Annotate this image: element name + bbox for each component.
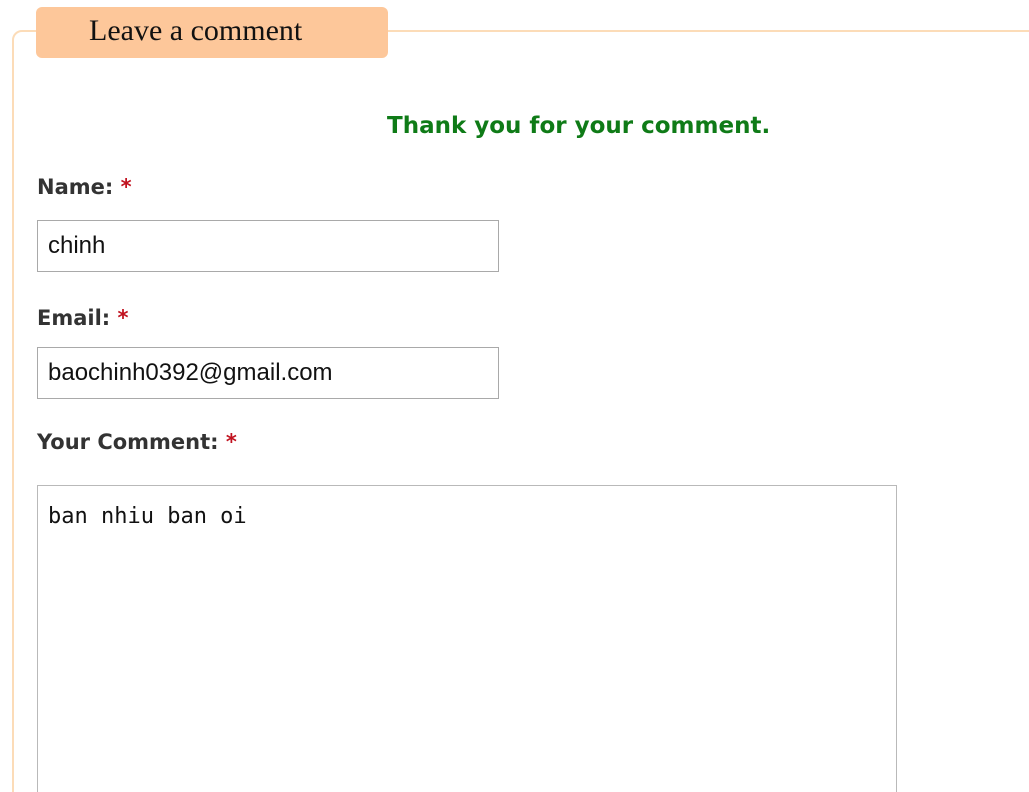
success-message: Thank you for your comment.: [387, 113, 771, 139]
email-label-text: Email:: [37, 306, 111, 330]
comment-form-page: Leave a comment Thank you for your comme…: [0, 0, 1029, 792]
name-input[interactable]: [37, 220, 499, 272]
comment-textarea[interactable]: ban nhiu ban oi: [37, 485, 897, 792]
email-label: Email: *: [37, 303, 129, 333]
form-legend-title: Leave a comment: [89, 14, 303, 47]
name-label: Name: *: [37, 172, 132, 202]
name-required-marker: *: [120, 175, 132, 199]
comment-label-text: Your Comment:: [37, 430, 219, 454]
email-required-marker: *: [117, 306, 129, 330]
name-label-text: Name:: [37, 175, 114, 199]
comment-required-marker: *: [225, 430, 237, 454]
email-input[interactable]: [37, 347, 499, 399]
comment-label: Your Comment: *: [37, 427, 237, 457]
